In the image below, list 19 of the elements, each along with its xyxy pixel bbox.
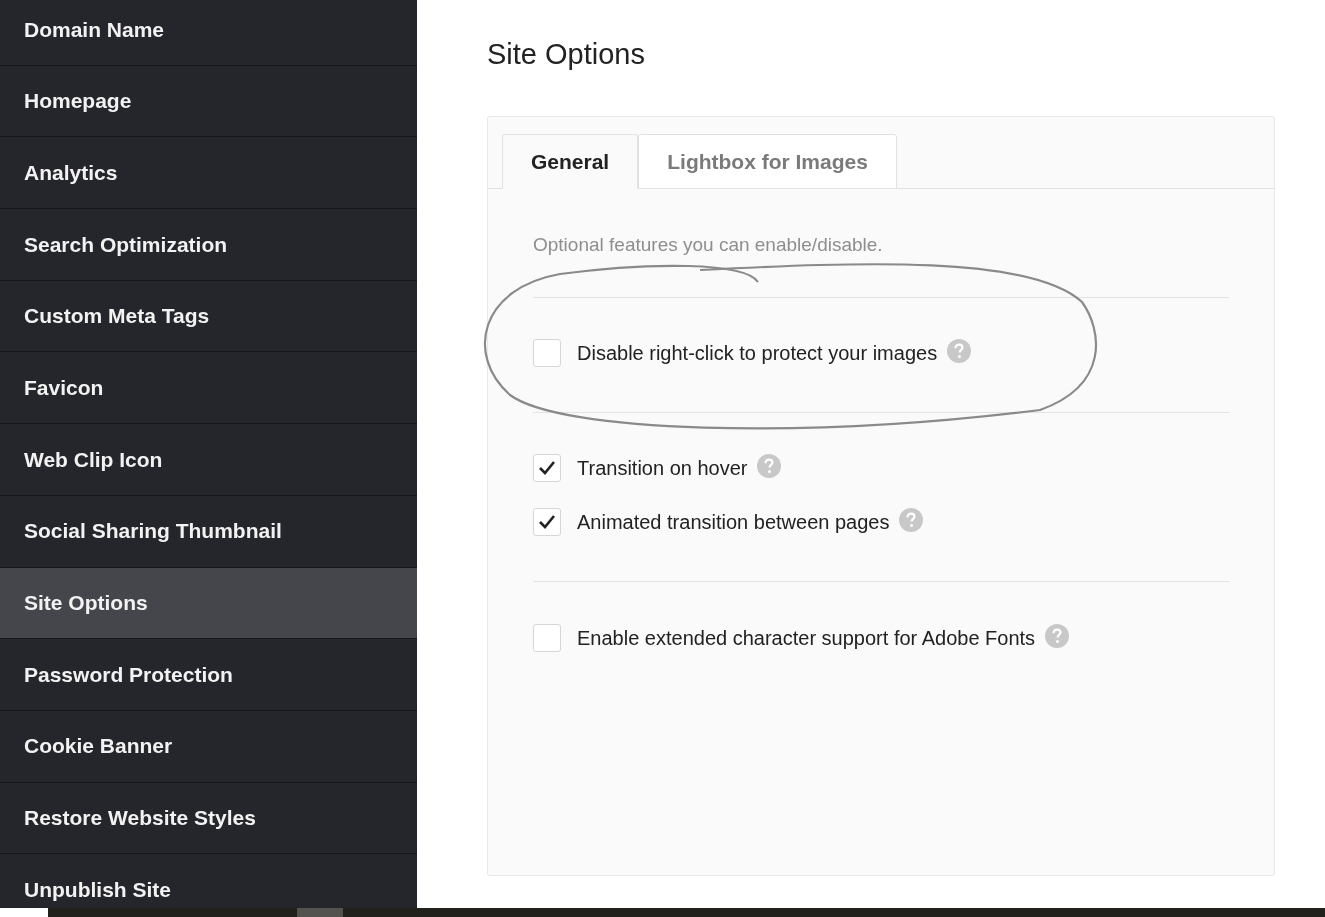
tab[interactable]: Lightbox for Images: [638, 134, 897, 189]
checkbox[interactable]: [533, 454, 561, 482]
help-icon[interactable]: [757, 454, 782, 478]
help-icon[interactable]: [899, 508, 924, 532]
checkbox[interactable]: [533, 339, 561, 367]
checkmark-icon: [538, 460, 556, 476]
help-icon[interactable]: [1045, 624, 1070, 648]
help-icon[interactable]: [947, 339, 972, 363]
checkbox[interactable]: [533, 624, 561, 652]
option-label: Enable extended character support for Adobe Fonts: [577, 626, 1036, 651]
sidebar-item[interactable]: Site Options: [0, 567, 417, 640]
tab[interactable]: General: [502, 134, 639, 189]
option-label: Animated transition between pages: [577, 510, 890, 535]
option-label: Disable right-click to protect your images: [577, 341, 938, 366]
option-label: Transition on hover: [577, 456, 748, 481]
page-title: Site Options: [487, 37, 646, 72]
description-text: Optional features you can enable/disable.: [533, 233, 884, 257]
checkbox[interactable]: [533, 508, 561, 536]
checkmark-icon: [538, 514, 556, 530]
